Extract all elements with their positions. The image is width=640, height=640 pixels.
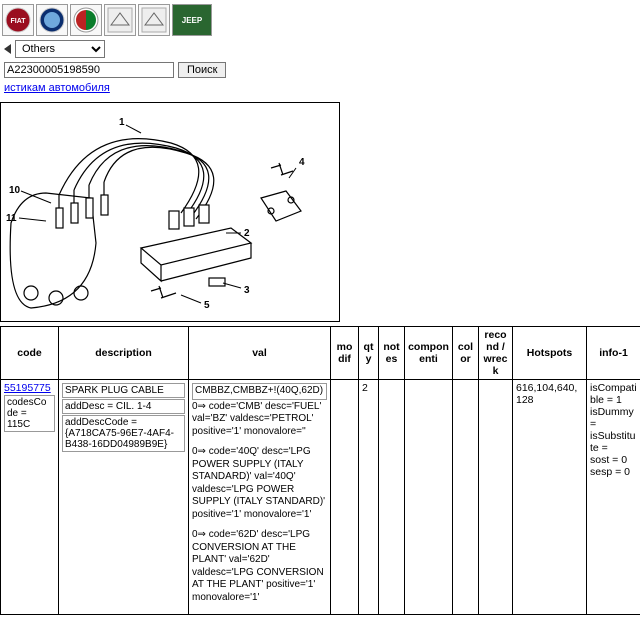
th-description: description — [59, 327, 189, 380]
brand-fiat[interactable]: FIAT — [2, 4, 34, 36]
search-input[interactable] — [4, 62, 174, 78]
cell-color — [453, 380, 479, 615]
th-componenti: componenti — [405, 327, 453, 380]
vehicle-characteristics-link[interactable]: истикам автомобиля — [0, 80, 114, 96]
th-color: color — [453, 327, 479, 380]
parts-table: code description val modif qty notes com… — [0, 326, 640, 615]
search-button[interactable]: Поиск — [178, 62, 226, 78]
cell-notes — [379, 380, 405, 615]
th-val: val — [189, 327, 331, 380]
table-header-row: code description val modif qty notes com… — [1, 327, 640, 380]
category-select[interactable]: Others — [15, 40, 105, 58]
brand-alfa[interactable] — [70, 4, 102, 36]
callout-10: 10 — [9, 185, 21, 196]
cell-code: 55195775 codesCode = 115C — [1, 380, 59, 615]
brand-chrysler-1[interactable] — [104, 4, 136, 36]
callout-5: 5 — [204, 300, 210, 311]
parts-diagram: 1 10 11 4 2 5 3 — [0, 102, 340, 322]
th-qty: qty — [359, 327, 379, 380]
cell-recond — [479, 380, 513, 615]
th-modif: modif — [331, 327, 359, 380]
part-code-link[interactable]: 55195775 — [4, 382, 51, 394]
table-row: 55195775 codesCode = 115C SPARK PLUG CAB… — [1, 380, 640, 615]
callout-4: 4 — [299, 157, 305, 168]
cell-hotspots: 616,104,640,128 — [513, 380, 587, 615]
cell-description: SPARK PLUG CABLE addDesc = CIL. 1-4 addD… — [59, 380, 189, 615]
th-code: code — [1, 327, 59, 380]
svg-text:FIAT: FIAT — [10, 18, 26, 25]
cell-val: CMBBZ,CMBBZ+!(40Q,62D) 0⇒ code='CMB' des… — [189, 380, 331, 615]
nav-back-icon[interactable] — [4, 44, 11, 54]
callout-11: 11 — [6, 213, 17, 224]
brand-bar: FIAT JEEP — [0, 2, 640, 38]
cell-info: isCompatible = 1 isDummy = isSubstitute … — [587, 380, 640, 615]
callout-1: 1 — [119, 117, 125, 128]
cell-modif — [331, 380, 359, 615]
brand-lancia[interactable] — [36, 4, 68, 36]
th-notes: notes — [379, 327, 405, 380]
th-hotspots: Hotspots — [513, 327, 587, 380]
callout-3: 3 — [244, 285, 250, 296]
brand-jeep[interactable]: JEEP — [172, 4, 212, 36]
callout-2: 2 — [244, 228, 250, 239]
th-recond: recond / wreck — [479, 327, 513, 380]
th-info: info-1 — [587, 327, 640, 380]
cell-qty: 2 — [359, 380, 379, 615]
cell-componenti — [405, 380, 453, 615]
brand-chrysler-2[interactable] — [138, 4, 170, 36]
